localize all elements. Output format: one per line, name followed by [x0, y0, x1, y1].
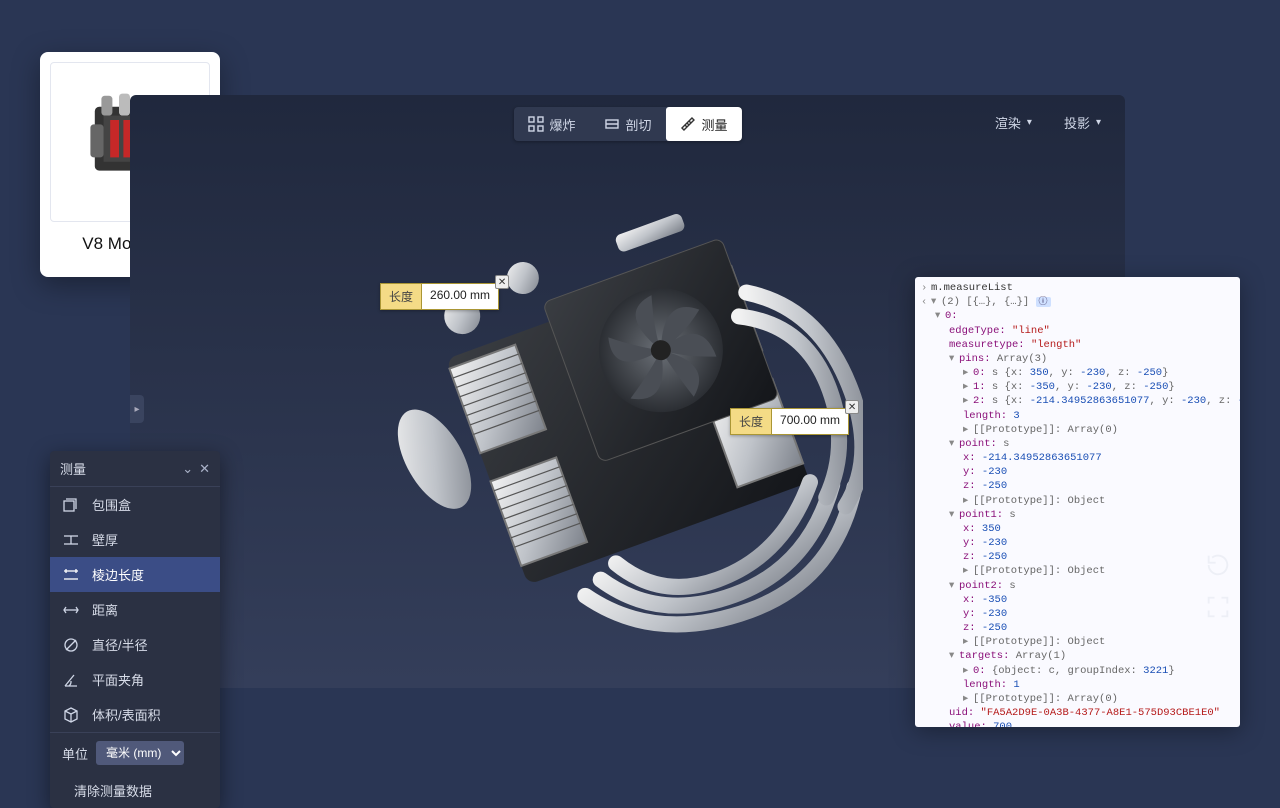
measure-item-label: 壁厚: [92, 530, 118, 549]
close-icon[interactable]: ✕: [199, 461, 210, 477]
console-header: m.measureList: [931, 282, 1013, 294]
measure-item-label: 平面夹角: [92, 670, 144, 689]
measure-item-bbox[interactable]: 包围盒: [50, 487, 220, 522]
measure-panel: 测量 ⌄ ✕ 包围盒 壁厚 棱边长度 距离 直径/半径 平面夹角 体积/表面积 …: [50, 451, 220, 808]
measurement-1-label: 长度: [380, 283, 421, 310]
mode-measure-button[interactable]: 测量: [666, 107, 742, 141]
projection-mode-button[interactable]: 投影 ▾: [1050, 107, 1109, 138]
measure-item-label: 体积/表面积: [92, 705, 161, 724]
chevron-down-icon: ▾: [1027, 117, 1032, 128]
measure-item-label: 直径/半径: [92, 635, 148, 654]
render-label: 渲染: [995, 113, 1021, 132]
volume-icon: [62, 706, 80, 724]
explode-icon: [527, 116, 543, 132]
mode-measure-label: 测量: [702, 115, 728, 134]
fullscreen-icon[interactable]: [1204, 593, 1232, 621]
unit-select[interactable]: 毫米 (mm): [96, 741, 184, 765]
clear-label: 清除测量数据: [74, 781, 152, 800]
mode-toolbar: 爆炸 剖切 测量: [513, 107, 741, 141]
chevron-down-icon: ▾: [1096, 117, 1101, 128]
close-icon[interactable]: ✕: [845, 400, 859, 414]
measure-item-label: 包围盒: [92, 495, 131, 514]
measure-panel-title: 测量: [60, 459, 86, 478]
mode-explode-label: 爆炸: [549, 115, 575, 134]
debug-console[interactable]: ›m.measureList ‹▾(2) [{…}, {…}] ⓘ ▾0: ed…: [915, 277, 1240, 727]
chevron-down-icon[interactable]: ⌄: [182, 461, 193, 477]
section-icon: [603, 116, 619, 132]
measure-icon: [680, 116, 696, 132]
edge-length-icon: [62, 566, 80, 584]
projection-label: 投影: [1064, 113, 1090, 132]
view-options-toolbar: 渲染 ▾ 投影 ▾: [981, 107, 1109, 138]
measurement-1-value: 260.00 mm: [421, 283, 499, 310]
measure-item-volume[interactable]: 体积/表面积: [50, 697, 220, 732]
diameter-icon: [62, 636, 80, 654]
measure-item-thickness[interactable]: 壁厚: [50, 522, 220, 557]
measurement-tag-2[interactable]: 长度 700.00 mm ✕: [730, 408, 849, 435]
measure-item-distance[interactable]: 距离: [50, 592, 220, 627]
measure-item-label: 棱边长度: [92, 565, 144, 584]
left-expand-handle[interactable]: ▸: [130, 395, 144, 423]
measure-item-label: 距离: [92, 600, 118, 619]
mode-section-label: 剖切: [625, 115, 651, 134]
unit-row: 单位 毫米 (mm): [50, 732, 220, 773]
unit-label: 单位: [62, 744, 88, 763]
angle-icon: [62, 671, 80, 689]
measurement-tag-1[interactable]: 长度 260.00 mm ✕: [380, 283, 499, 310]
measurement-2-label: 长度: [730, 408, 771, 435]
bbox-icon: [62, 496, 80, 514]
close-icon[interactable]: ✕: [495, 275, 509, 289]
measure-item-diameter[interactable]: 直径/半径: [50, 627, 220, 662]
measurement-2-value: 700.00 mm: [771, 408, 849, 435]
viewport-floating-icons: [1204, 551, 1232, 621]
mode-explode-button[interactable]: 爆炸: [513, 107, 589, 141]
measure-item-angle[interactable]: 平面夹角: [50, 662, 220, 697]
measure-item-edge-length[interactable]: 棱边长度: [50, 557, 220, 592]
thickness-icon: [62, 531, 80, 549]
distance-icon: [62, 601, 80, 619]
reset-view-icon[interactable]: [1204, 551, 1232, 579]
mode-section-button[interactable]: 剖切: [589, 107, 665, 141]
render-mode-button[interactable]: 渲染 ▾: [981, 107, 1040, 138]
clear-measurements-button[interactable]: 清除测量数据: [50, 773, 220, 808]
